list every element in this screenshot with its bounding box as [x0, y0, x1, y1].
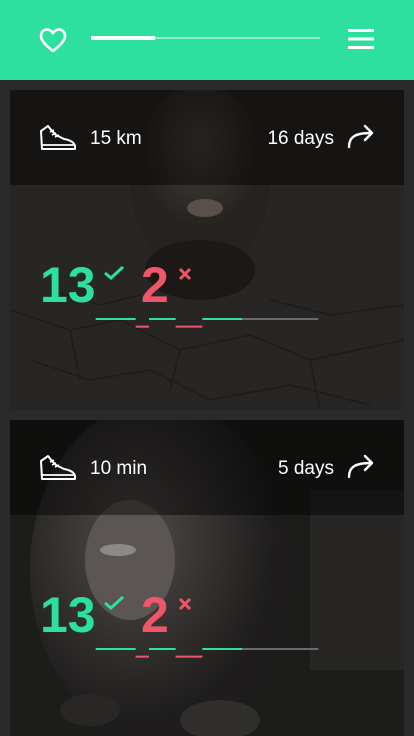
challenge-metric: 10 min [90, 458, 148, 479]
days-remaining: 5 days [278, 458, 334, 479]
challenge-card[interactable]: 10 min 5 days 13 2 [10, 420, 404, 736]
fail-count: 2 [141, 257, 169, 313]
progress-bar [91, 36, 320, 40]
menu-icon[interactable] [346, 27, 376, 51]
check-icon [103, 265, 125, 281]
check-icon [103, 595, 125, 611]
shoe-icon [38, 123, 78, 153]
cross-icon [178, 267, 192, 281]
fail-count: 2 [141, 587, 169, 643]
share-icon[interactable] [346, 453, 376, 479]
shoe-icon [38, 453, 78, 483]
days-remaining: 16 days [267, 128, 334, 149]
cross-icon [178, 597, 192, 611]
share-icon[interactable] [346, 123, 376, 149]
challenge-card[interactable]: 15 km 16 days 13 2 [10, 90, 404, 410]
card-header: 10 min 5 days [10, 420, 404, 515]
top-bar [0, 0, 414, 80]
challenge-metric: 15 km [90, 128, 142, 149]
success-count: 13 [40, 587, 96, 643]
streak-track [95, 318, 319, 328]
progress-bar-fill [91, 36, 156, 40]
success-count: 13 [40, 257, 96, 313]
card-header: 15 km 16 days [10, 90, 404, 185]
heart-icon[interactable] [38, 26, 68, 54]
streak-track [95, 648, 319, 658]
